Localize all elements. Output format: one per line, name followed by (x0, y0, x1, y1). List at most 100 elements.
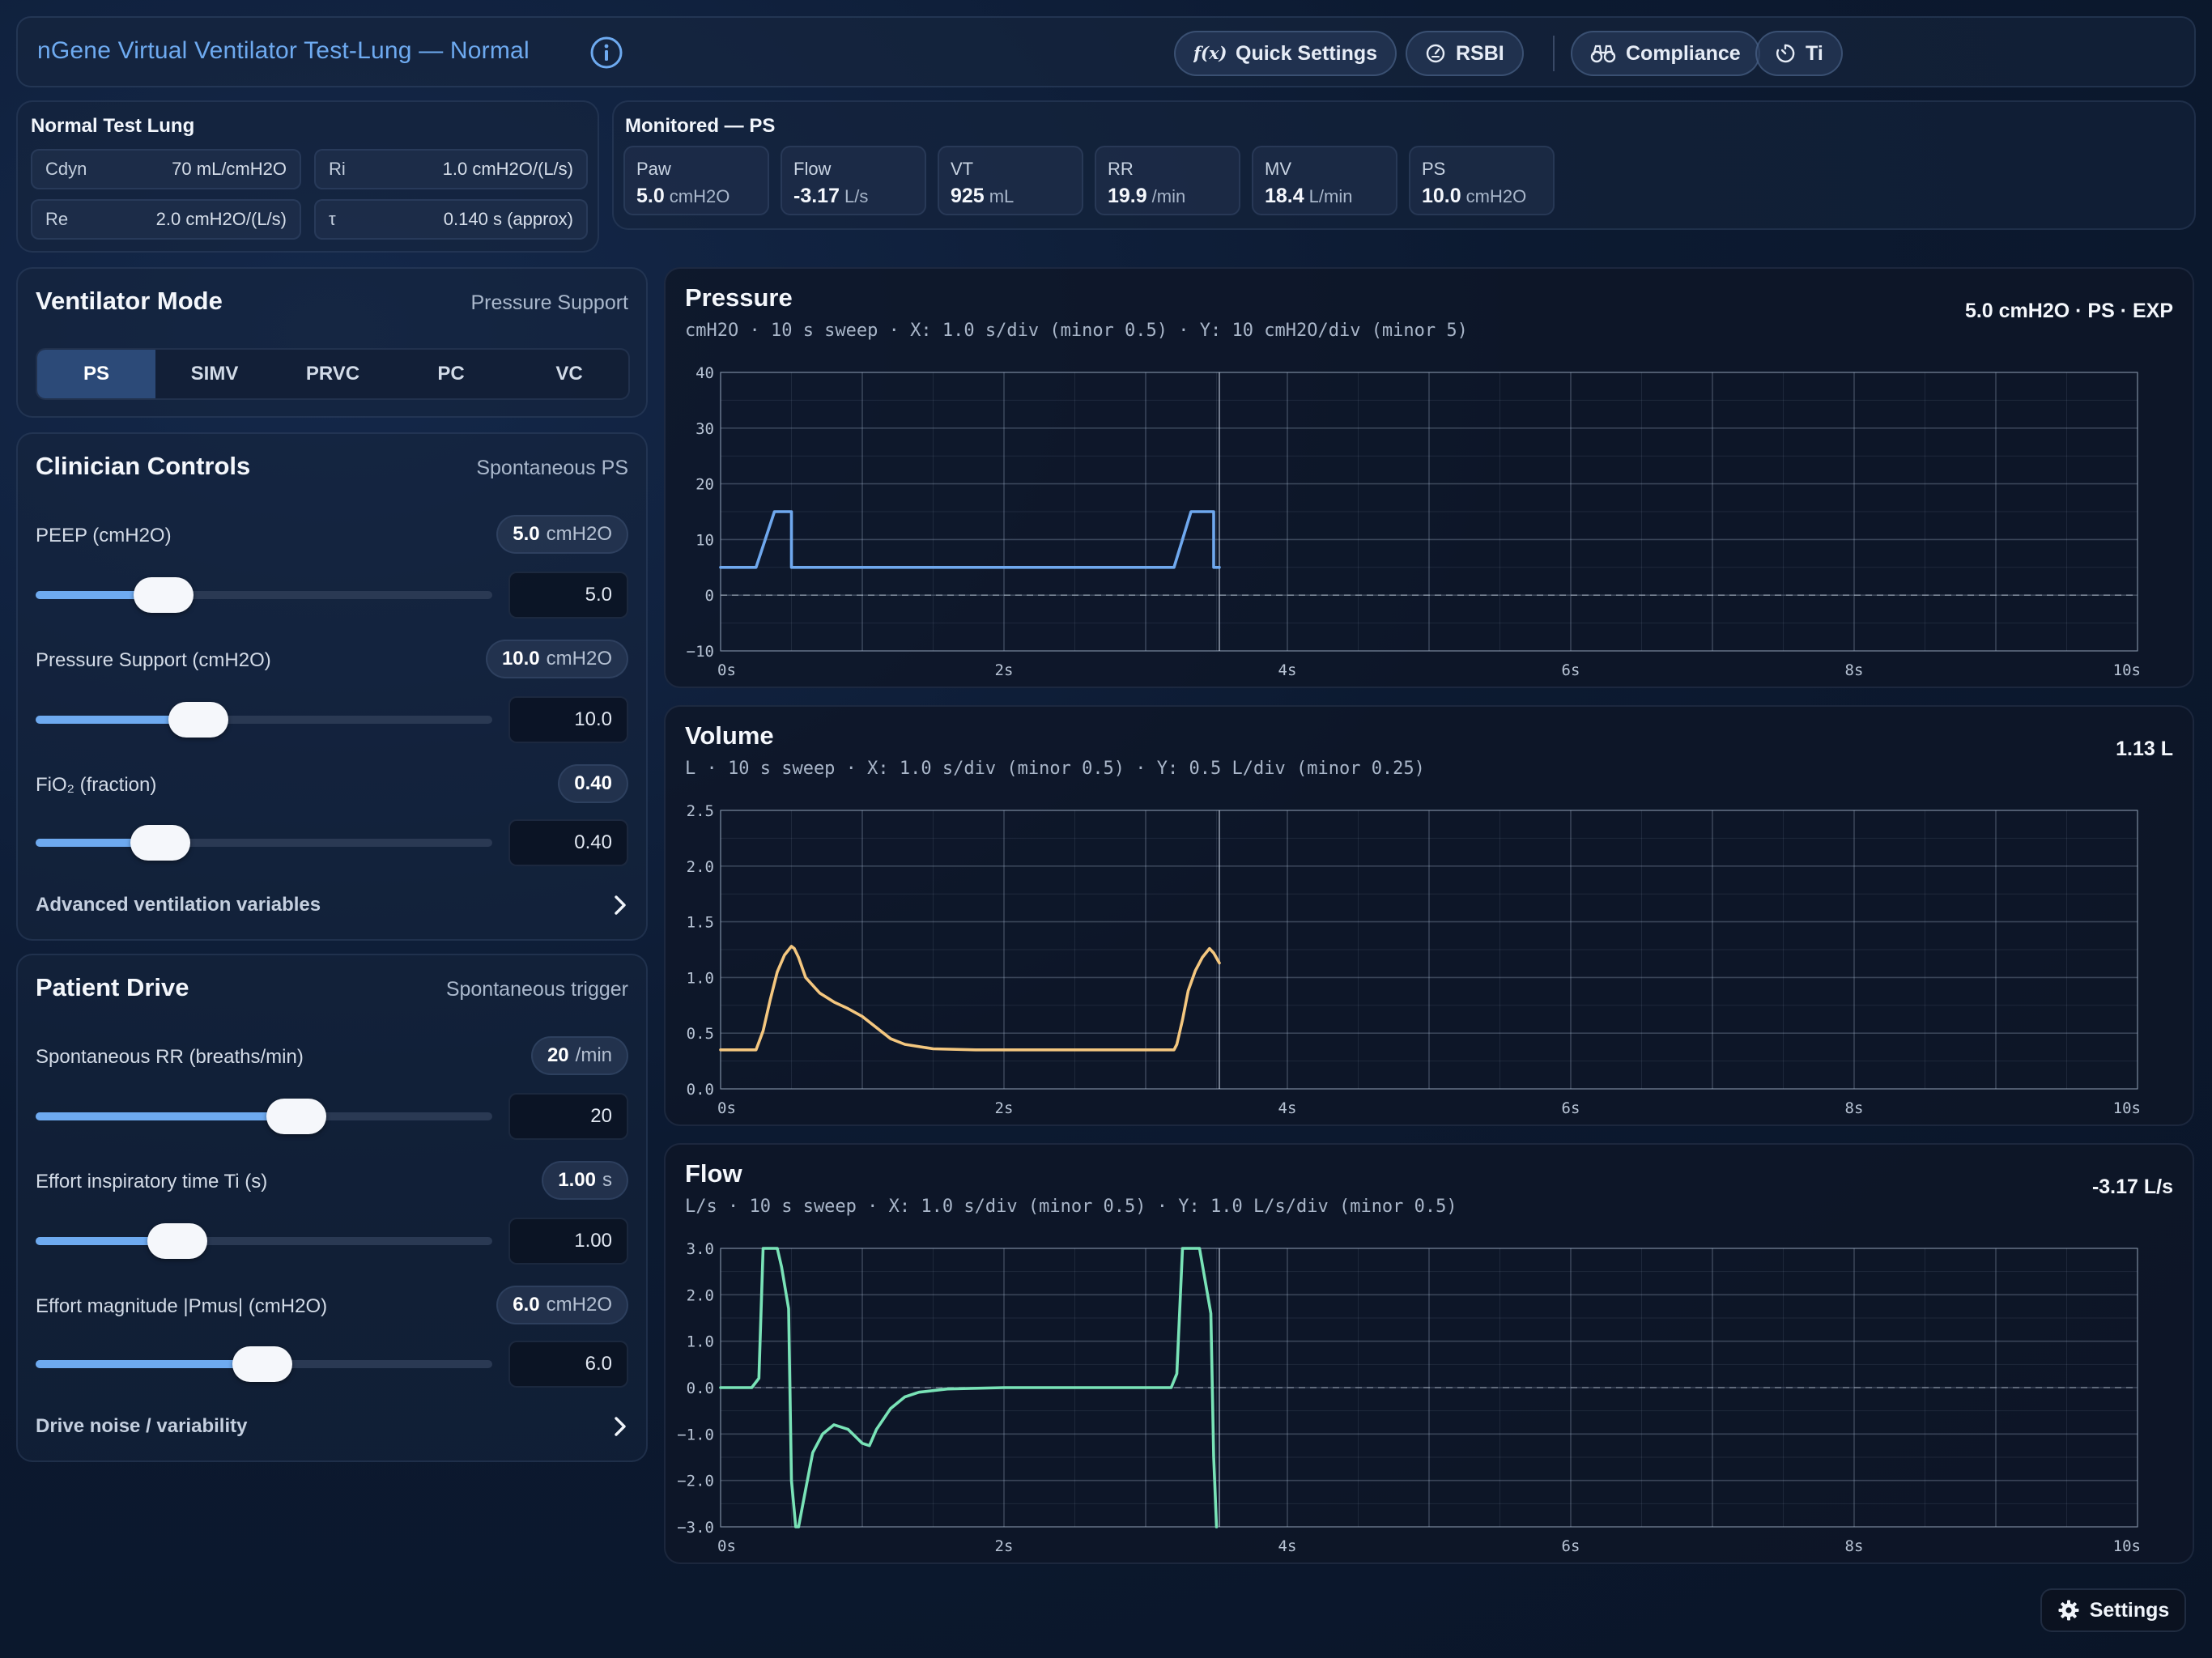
x-tick-label: 8s (1845, 1099, 1864, 1117)
y-tick-label: 10 (696, 531, 714, 549)
effort-ti-slider[interactable] (36, 1223, 492, 1259)
peep-slider-knob[interactable] (133, 577, 194, 613)
y-tick-label: 40 (696, 364, 714, 382)
timer-icon (1776, 44, 1795, 63)
chevron-right-icon (615, 895, 626, 915)
info-icon[interactable] (589, 36, 623, 70)
quick-settings-button[interactable]: ƒ(x) Quick Settings (1174, 31, 1397, 76)
gauge-icon (1426, 44, 1445, 63)
y-tick-label: 2.0 (687, 1286, 714, 1304)
y-tick-label: 0.0 (687, 1081, 714, 1099)
effort-magnitude-slider[interactable] (36, 1346, 492, 1382)
x-tick-label: 10s (2113, 1099, 2141, 1117)
x-tick-label: 8s (1845, 1537, 1864, 1555)
fio2-input[interactable]: 0.40 (508, 819, 628, 866)
patient-drive-card: Patient Drive Spontaneous trigger Sponta… (16, 954, 648, 1462)
lung-param-cdyn: Cdyn 70 mL/cmH2O (31, 149, 301, 189)
pressure-support-input[interactable]: 10.0 (508, 696, 628, 743)
y-tick-label: 2.0 (687, 858, 714, 876)
y-tick-label: 1.0 (687, 969, 714, 987)
compliance-button[interactable]: Compliance (1571, 31, 1760, 76)
mode-tab-prvc[interactable]: PRVC (274, 350, 392, 398)
pressure-support-label: Pressure Support (cmH2O) (36, 649, 271, 671)
flow-chart-card: Flow L/s · 10 s sweep · X: 1.0 s/div (mi… (664, 1143, 2194, 1564)
effort-magnitude-slider-fill (36, 1360, 263, 1368)
rsbi-button[interactable]: RSBI (1406, 31, 1524, 76)
fio2-label: FiO₂ (fraction) (36, 774, 157, 796)
flow-chart: 3.0 2.0 1.0 0.0 −1.0 −2.0 −3.00s 2s 4s 6s 8s 10s (677, 1240, 2141, 1555)
x-tick-label: 4s (1278, 1537, 1297, 1555)
ventilator-mode-card: Ventilator Mode Pressure Support PS SIMV… (16, 267, 648, 418)
spontaneous-rr-slider-fill (36, 1112, 297, 1120)
volume-chart-card: Volume L · 10 s sweep · X: 1.0 s/div (mi… (664, 705, 2194, 1126)
chart-grid (720, 810, 2138, 1090)
x-tick-label: 0s (717, 661, 736, 679)
effort-ti-slider-knob[interactable] (147, 1223, 207, 1259)
lung-param-re: Re 2.0 cmH2O/(L/s) (31, 199, 301, 240)
x-tick-label: 4s (1278, 1099, 1297, 1117)
spontaneous-rr-slider-knob[interactable] (266, 1099, 327, 1134)
volume-chart: 2.5 2.0 1.5 1.0 0.5 0.00s 2s 4s 6s 8s 10s (687, 802, 2141, 1117)
settings-label: Settings (2089, 1598, 2170, 1622)
y-tick-label: 2.5 (687, 802, 714, 820)
peep-input[interactable]: 5.0 (508, 572, 628, 619)
effort-ti-value-pill: 1.00 s (542, 1161, 628, 1200)
mode-tab-simv[interactable]: SIMV (155, 350, 274, 398)
mode-tab-ps[interactable]: PS (37, 350, 155, 398)
lung-param-tau: τ 0.140 s (approx) (314, 199, 588, 240)
x-tick-label: 4s (1278, 661, 1297, 679)
quick-settings-label: Quick Settings (1236, 41, 1378, 65)
mode-tab-vc[interactable]: VC (510, 350, 628, 398)
mode-tab-pc[interactable]: PC (392, 350, 510, 398)
function-icon: ƒ(x) (1193, 44, 1226, 63)
pressure-chart-card: Pressure cmH2O · 10 s sweep · X: 1.0 s/d… (664, 267, 2194, 688)
spontaneous-rr-slider[interactable] (36, 1099, 492, 1134)
settings-button[interactable]: Settings (2040, 1588, 2186, 1632)
spontaneous-rr-input[interactable]: 20 (508, 1093, 628, 1140)
x-tick-label: 6s (1562, 661, 1580, 679)
rsbi-label: RSBI (1456, 41, 1504, 65)
effort-ti-input[interactable]: 1.00 (508, 1218, 628, 1265)
x-tick-label: 6s (1562, 1099, 1580, 1117)
y-tick-label: 0 (705, 587, 714, 605)
spontaneous-rr-value-pill: 20 /min (530, 1036, 628, 1075)
y-tick-label: 20 (696, 476, 714, 494)
svg-text:ƒ(x): ƒ(x) (1193, 44, 1226, 63)
spontaneous-rr-label: Spontaneous RR (breaths/min) (36, 1046, 304, 1068)
effort-magnitude-label: Effort magnitude |Pmus| (cmH2O) (36, 1295, 328, 1317)
chart-grid (720, 1248, 2138, 1528)
patient-drive-title: Patient Drive (36, 973, 189, 1001)
compliance-label: Compliance (1626, 41, 1741, 65)
y-tick-label: 0.0 (687, 1380, 714, 1397)
y-tick-label: 1.0 (687, 1333, 714, 1351)
advanced-ventilation-row[interactable]: Advanced ventilation variables (36, 889, 628, 921)
effort-magnitude-slider-knob[interactable] (232, 1346, 293, 1382)
effort-magnitude-value-pill: 6.0 cmH2O (496, 1286, 628, 1324)
binoculars-icon (1590, 45, 1616, 63)
pressure-support-value-pill: 10.0 cmH2O (485, 640, 628, 678)
app-title: nGene Virtual Ventilator Test-Lung — Nor… (37, 37, 530, 64)
x-tick-label: 10s (2113, 661, 2141, 679)
clinician-controls-card: Clinician Controls Spontaneous PS PEEP (… (16, 432, 648, 941)
pressure-support-slider[interactable] (36, 702, 492, 738)
monitor-rr: RR 19.9/min (1095, 146, 1240, 215)
monitor-flow: Flow -3.17 L/s (781, 146, 926, 215)
ventilator-mode-title: Ventilator Mode (36, 287, 223, 315)
patient-drive-subtitle: Spontaneous trigger (445, 978, 628, 1001)
fio2-slider[interactable] (36, 825, 492, 861)
pressure-support-slider-knob[interactable] (168, 702, 229, 738)
x-tick-label: 2s (995, 661, 1014, 679)
x-tick-label: 10s (2113, 1537, 2141, 1555)
chart-grid (720, 372, 2138, 652)
peep-slider[interactable] (36, 577, 492, 613)
lung-card-title: Normal Test Lung (31, 115, 195, 137)
monitor-vt: VT 925 mL (938, 146, 1083, 215)
fio2-slider-knob[interactable] (130, 825, 190, 861)
mode-selector: PS SIMV PRVC PC VC (36, 348, 630, 400)
monitor-ps: PS 10.0 cmH2O (1409, 146, 1555, 215)
drive-noise-row[interactable]: Drive noise / variability (36, 1410, 628, 1443)
x-tick-label: 2s (995, 1099, 1014, 1117)
ti-button[interactable]: Ti (1755, 31, 1843, 76)
monitored-title: Monitored — PS (625, 115, 776, 137)
effort-magnitude-input[interactable]: 6.0 (508, 1341, 628, 1388)
